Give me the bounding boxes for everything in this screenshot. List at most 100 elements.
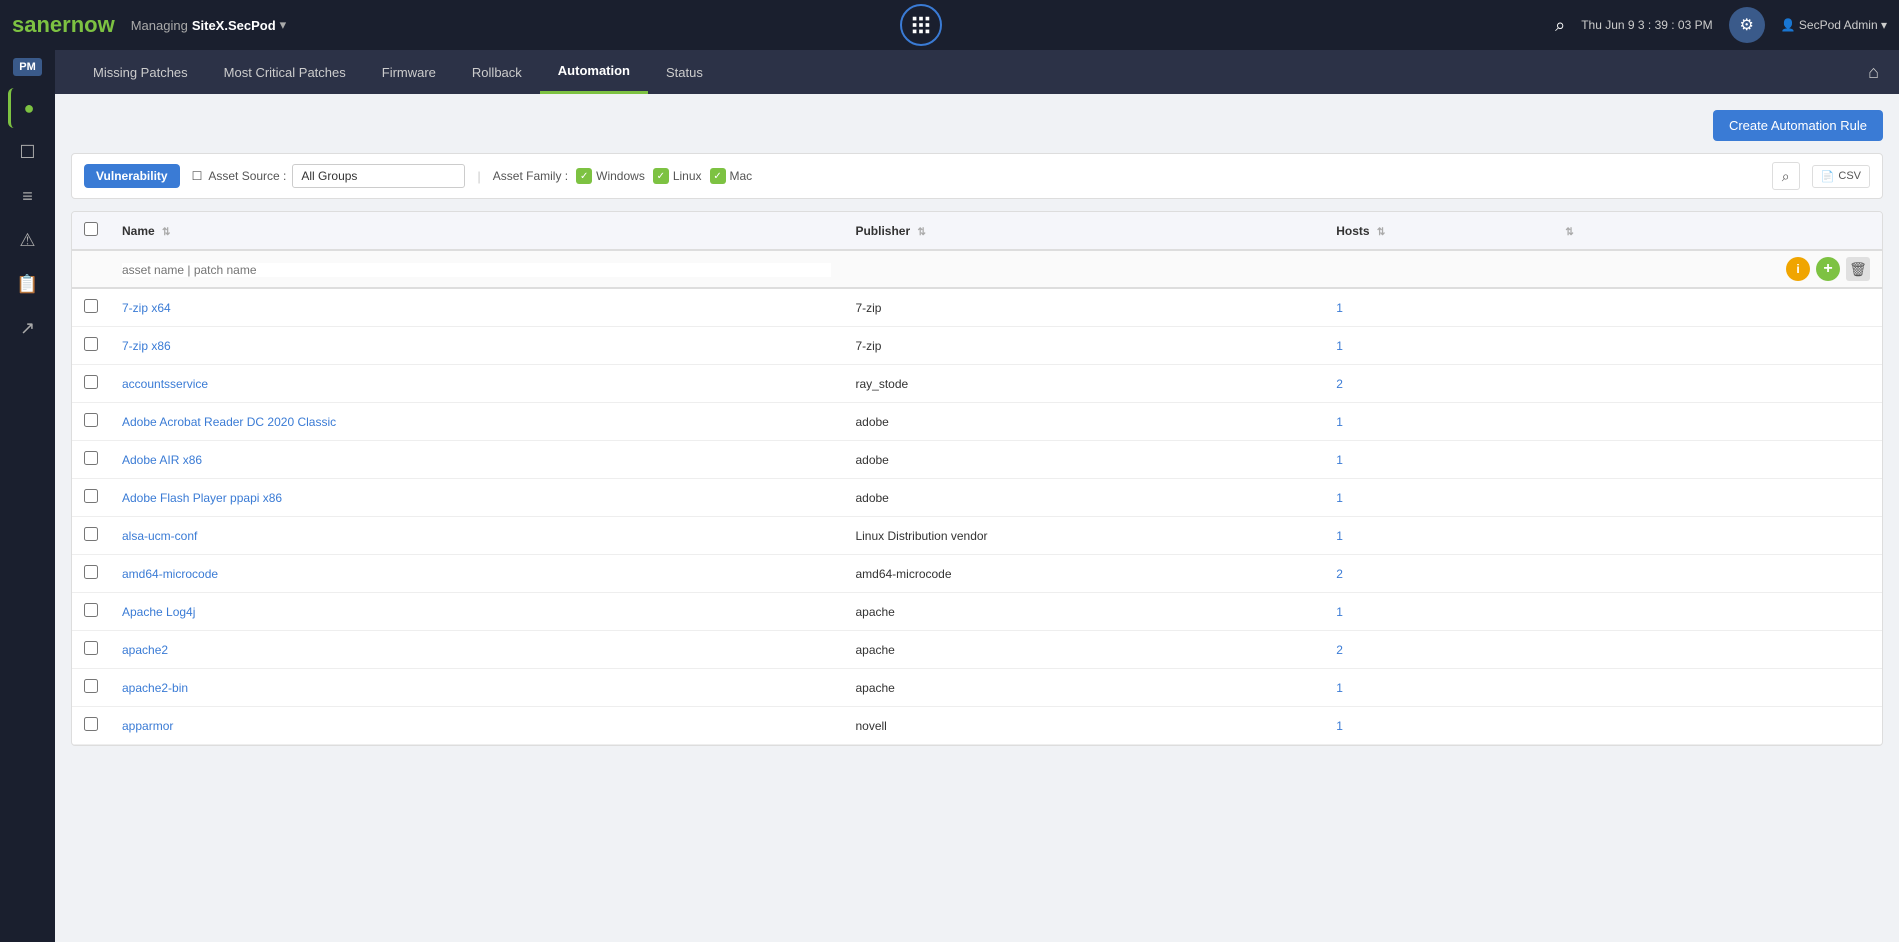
create-automation-rule-button[interactable]: Create Automation Rule — [1713, 110, 1883, 141]
host-count-11[interactable]: 1 — [1336, 719, 1343, 733]
row-name-link-1[interactable]: 7-zip x86 — [122, 339, 171, 353]
name-sort-icon[interactable]: ⇅ — [162, 227, 170, 238]
row-checkbox-9[interactable] — [84, 641, 98, 655]
host-count-4[interactable]: 1 — [1336, 453, 1343, 467]
host-count-8[interactable]: 1 — [1336, 605, 1343, 619]
row-checkbox-cell-6[interactable] — [72, 517, 110, 555]
host-count-9[interactable]: 2 — [1336, 643, 1343, 657]
row-checkbox-8[interactable] — [84, 603, 98, 617]
nav-missing-patches[interactable]: Missing Patches — [75, 50, 206, 94]
windows-check[interactable]: ✓ Windows — [576, 168, 645, 184]
table-search-button[interactable]: ⌕ — [1772, 162, 1800, 190]
asset-source-input[interactable] — [292, 164, 465, 188]
host-count-5[interactable]: 1 — [1336, 491, 1343, 505]
linux-checkbox[interactable]: ✓ — [653, 168, 669, 184]
windows-checkbox[interactable]: ✓ — [576, 168, 592, 184]
host-count-3[interactable]: 1 — [1336, 415, 1343, 429]
separator: | — [477, 169, 480, 184]
add-button[interactable]: + — [1816, 257, 1840, 281]
row-name-link-4[interactable]: Adobe AIR x86 — [122, 453, 202, 467]
nav-firmware[interactable]: Firmware — [364, 50, 454, 94]
host-count-0[interactable]: 1 — [1336, 301, 1343, 315]
row-name-link-2[interactable]: accountsservice — [122, 377, 208, 391]
user-menu[interactable]: 👤 SecPod Admin ▾ — [1781, 18, 1887, 32]
row-checkbox-3[interactable] — [84, 413, 98, 427]
row-name-link-11[interactable]: apparmor — [122, 719, 173, 733]
sidebar-item-warning[interactable]: ⚠ — [8, 220, 48, 260]
nav-rollback[interactable]: Rollback — [454, 50, 540, 94]
row-name-link-8[interactable]: Apache Log4j — [122, 605, 195, 619]
row-publisher-4: adobe — [843, 441, 1324, 479]
csv-export-button[interactable]: 📄 CSV — [1812, 165, 1870, 188]
row-checkbox-cell-11[interactable] — [72, 707, 110, 745]
publisher-sort-icon[interactable]: ⇅ — [918, 227, 926, 238]
row-checkbox-0[interactable] — [84, 299, 98, 313]
header-select-all[interactable] — [72, 212, 110, 250]
settings-button[interactable]: ⚙ — [1729, 7, 1765, 43]
row-checkbox-1[interactable] — [84, 337, 98, 351]
row-checkbox-5[interactable] — [84, 489, 98, 503]
row-checkbox-7[interactable] — [84, 565, 98, 579]
table-header-row: Name ⇅ Publisher ⇅ Hosts ⇅ ⇅ — [72, 212, 1882, 250]
row-checkbox-cell-3[interactable] — [72, 403, 110, 441]
row-name-link-6[interactable]: alsa-ucm-conf — [122, 529, 197, 543]
row-checkbox-cell-9[interactable] — [72, 631, 110, 669]
row-checkbox-cell-7[interactable] — [72, 555, 110, 593]
nav-automation[interactable]: Automation — [540, 50, 648, 94]
create-btn-row: Create Automation Rule — [71, 110, 1883, 141]
search-row-actions: i + 🗑 — [1561, 257, 1870, 281]
row-checkbox-cell-8[interactable] — [72, 593, 110, 631]
host-count-1[interactable]: 1 — [1336, 339, 1343, 353]
nav-most-critical-patches[interactable]: Most Critical Patches — [206, 50, 364, 94]
grid-menu-icon[interactable] — [900, 4, 942, 46]
row-name-link-3[interactable]: Adobe Acrobat Reader DC 2020 Classic — [122, 415, 336, 429]
table-row: 7-zip x86 7-zip 1 — [72, 327, 1882, 365]
sidebar-item-export[interactable]: ↗ — [8, 308, 48, 348]
search-icon[interactable]: ⌕ — [1555, 15, 1565, 36]
linux-check[interactable]: ✓ Linux — [653, 168, 702, 184]
row-checkbox-cell-0[interactable] — [72, 288, 110, 327]
row-checkbox-6[interactable] — [84, 527, 98, 541]
row-checkbox-cell-2[interactable] — [72, 365, 110, 403]
mac-checkbox[interactable]: ✓ — [710, 168, 726, 184]
row-checkbox-4[interactable] — [84, 451, 98, 465]
sidebar-item-report[interactable]: 📋 — [8, 264, 48, 304]
home-icon[interactable]: ⌂ — [1868, 62, 1879, 83]
row-checkbox-cell-1[interactable] — [72, 327, 110, 365]
host-count-6[interactable]: 1 — [1336, 529, 1343, 543]
row-name-link-7[interactable]: amd64-microcode — [122, 567, 218, 581]
row-actions-0 — [1549, 288, 1882, 327]
row-checkbox-10[interactable] — [84, 679, 98, 693]
sidebar-item-list[interactable]: ≡ — [8, 176, 48, 216]
linux-label: Linux — [673, 169, 702, 183]
host-count-10[interactable]: 1 — [1336, 681, 1343, 695]
actions-sort-icon[interactable]: ⇅ — [1565, 227, 1573, 238]
name-search-input[interactable] — [122, 263, 831, 277]
row-checkbox-2[interactable] — [84, 375, 98, 389]
row-actions-8 — [1549, 593, 1882, 631]
sidebar-item-desktop[interactable]: ☐ — [8, 132, 48, 172]
delete-button[interactable]: 🗑 — [1846, 257, 1870, 281]
pm-badge[interactable]: PM — [13, 58, 42, 76]
row-checkbox-cell-10[interactable] — [72, 669, 110, 707]
info-button[interactable]: i — [1786, 257, 1810, 281]
row-name-link-5[interactable]: Adobe Flash Player ppapi x86 — [122, 491, 282, 505]
select-all-checkbox[interactable] — [84, 222, 98, 236]
row-checkbox-cell-5[interactable] — [72, 479, 110, 517]
nav-status[interactable]: Status — [648, 50, 721, 94]
row-name-link-10[interactable]: apache2-bin — [122, 681, 188, 695]
vulnerability-badge[interactable]: Vulnerability — [84, 164, 180, 188]
hosts-sort-icon[interactable]: ⇅ — [1377, 227, 1385, 238]
search-name-cell[interactable] — [110, 250, 843, 288]
row-checkbox-cell-4[interactable] — [72, 441, 110, 479]
mac-check[interactable]: ✓ Mac — [710, 168, 753, 184]
host-count-2[interactable]: 2 — [1336, 377, 1343, 391]
row-name-link-9[interactable]: apache2 — [122, 643, 168, 657]
automation-table: Name ⇅ Publisher ⇅ Hosts ⇅ ⇅ — [72, 212, 1882, 745]
host-count-7[interactable]: 2 — [1336, 567, 1343, 581]
sidebar-item-eye[interactable]: ● — [8, 88, 48, 128]
user-dropdown-icon[interactable]: ▾ — [1881, 18, 1887, 32]
row-name-link-0[interactable]: 7-zip x64 — [122, 301, 171, 315]
row-checkbox-11[interactable] — [84, 717, 98, 731]
site-name[interactable]: SiteX.SecPod — [192, 18, 276, 33]
